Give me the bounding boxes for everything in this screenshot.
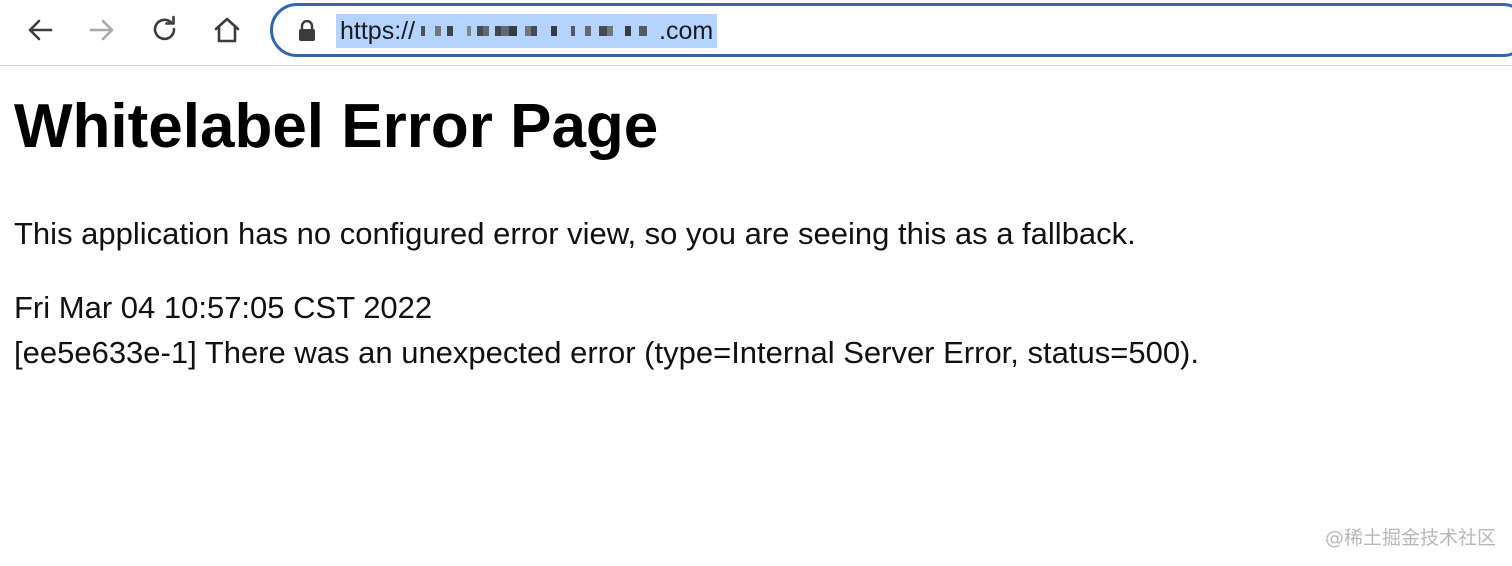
home-icon (214, 17, 240, 43)
browser-toolbar: https:// .com (0, 0, 1512, 66)
lock-icon[interactable] (297, 20, 317, 42)
error-timestamp: Fri Mar 04 10:57:05 CST 2022 (14, 290, 433, 325)
back-arrow-icon (28, 19, 53, 41)
reload-button[interactable] (145, 10, 185, 50)
forward-arrow-icon (89, 19, 114, 41)
url-redacted-segment (417, 21, 658, 41)
page-title: Whitelabel Error Page (14, 92, 659, 161)
error-message: [ee5e633e-1] There was an unexpected err… (14, 335, 1199, 370)
intro-text: This application has no configured error… (14, 216, 1136, 251)
address-bar[interactable]: https:// .com (270, 3, 1512, 57)
url-text[interactable]: https:// .com (336, 14, 718, 48)
url-prefix: https:// (340, 16, 416, 45)
home-button[interactable] (207, 10, 247, 50)
watermark: @稀土掘金技术社区 (1324, 527, 1496, 549)
reload-icon (153, 15, 176, 41)
back-button[interactable] (20, 10, 60, 50)
forward-button[interactable] (82, 10, 122, 50)
url-suffix: .com (659, 16, 714, 45)
